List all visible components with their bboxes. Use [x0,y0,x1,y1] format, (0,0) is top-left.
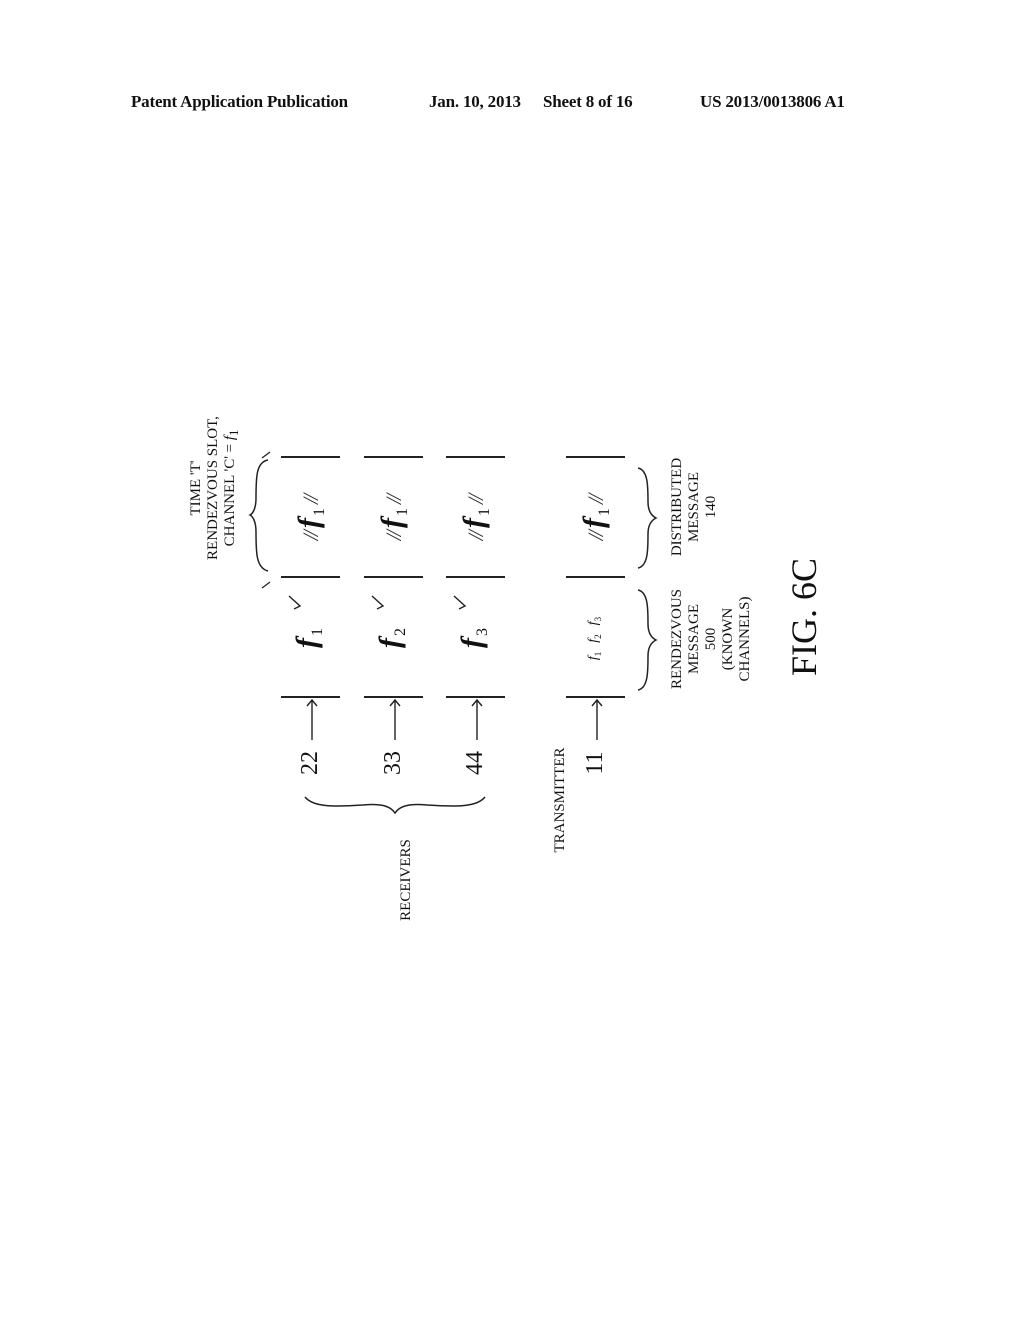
hatch-mark: // [381,532,406,541]
publication-date: Jan. 10, 2013 [429,92,521,111]
channel-sub: 1 [309,628,326,636]
distributed-cell: // f 1 // [577,468,613,568]
channel-sub: 3 [593,616,603,622]
channel-sub: 1 [596,508,613,516]
hatch-mark: // [381,495,406,504]
label-line: 500 [703,627,719,651]
distributed-cell: // f 1 // [292,468,328,568]
channel-sub: 1 [311,508,328,516]
channel-sub: 1 [476,508,493,516]
channel-sub: 3 [474,628,491,636]
border-line [566,456,625,458]
distributed-brace [637,467,658,569]
channel-sub: 1 [394,508,411,516]
border-line [446,576,505,578]
channel-var: f [373,638,406,648]
border-line [364,456,423,458]
channel-sub: 1 [227,429,241,436]
border-line [281,576,340,578]
transmitter-label: TRANSMITTER [552,747,568,853]
label-line: 140 [703,495,719,519]
channel-var: f [222,435,238,441]
channel-prefix: CHANNEL 'C' = [222,440,238,547]
publication-title: Patent Application Publication [131,92,348,111]
tick-marks [261,451,271,589]
channel-sub: 2 [593,634,603,639]
label-line: MESSAGE [686,604,702,675]
channel-var: f [455,638,488,648]
ref-number: 11 [582,751,608,775]
receivers-brace [304,796,486,815]
channel-var: f [577,518,610,528]
ref-number: 22 [297,751,323,775]
figure-caption: FIG. 6C [784,557,824,677]
border-line [364,576,423,578]
hatch-mark: // [463,532,488,541]
ref-number: 44 [462,751,488,775]
label-line: (KNOWN [720,607,736,671]
rendezvous-cell: f2 [373,598,413,678]
border-line [446,456,505,458]
hatch-mark: // [463,495,488,504]
channel-var: f [375,518,408,528]
channel-sub: 2 [392,628,409,636]
distributed-message-label: DISTRIBUTED MESSAGE 140 [669,447,723,567]
border-line [281,456,340,458]
sheet-number: Sheet 8 of 16 [543,92,633,111]
rendezvous-cell: f1 [290,598,330,678]
channel-sub: 1 [593,651,603,657]
channel-var: f [586,621,601,626]
time-slot-label: TIME 'T' RENDEZVOUS SLOT, CHANNEL 'C' = … [188,408,248,568]
distributed-cell: // f 1 // [375,468,411,568]
hatch-mark: // [298,495,323,504]
label-line: CHANNELS) [737,596,753,682]
channel-var: f [292,518,325,528]
channel-var: f [457,518,490,528]
channel-var: f [290,638,323,648]
rendezvous-brace [637,589,658,691]
rendezvous-message-label: RENDEZVOUS MESSAGE 500 (KNOWN CHANNELS) [669,579,759,699]
rendezvous-slot-line: RENDEZVOUS SLOT, [205,416,221,560]
time-label-line: TIME 'T' [188,460,204,516]
rendezvous-channel-list: f1 f2 f3 [584,586,608,686]
channel-var: f [586,656,601,661]
rendezvous-cell: f3 [455,598,495,678]
channel-line: CHANNEL 'C' = f1 [222,408,243,568]
channel-var: f [586,638,601,643]
ref-number: 33 [380,751,406,775]
distributed-cell: // f 1 // [457,468,493,568]
hatch-mark: // [298,532,323,541]
label-line: RENDEZVOUS [669,589,685,689]
patent-number: US 2013/0013806 A1 [700,92,845,111]
label-line: MESSAGE [686,472,702,543]
receivers-label: RECEIVERS [398,839,414,921]
hatch-mark: // [583,532,608,541]
border-line [566,576,625,578]
hatch-mark: // [583,495,608,504]
label-line: DISTRIBUTED [669,457,685,557]
